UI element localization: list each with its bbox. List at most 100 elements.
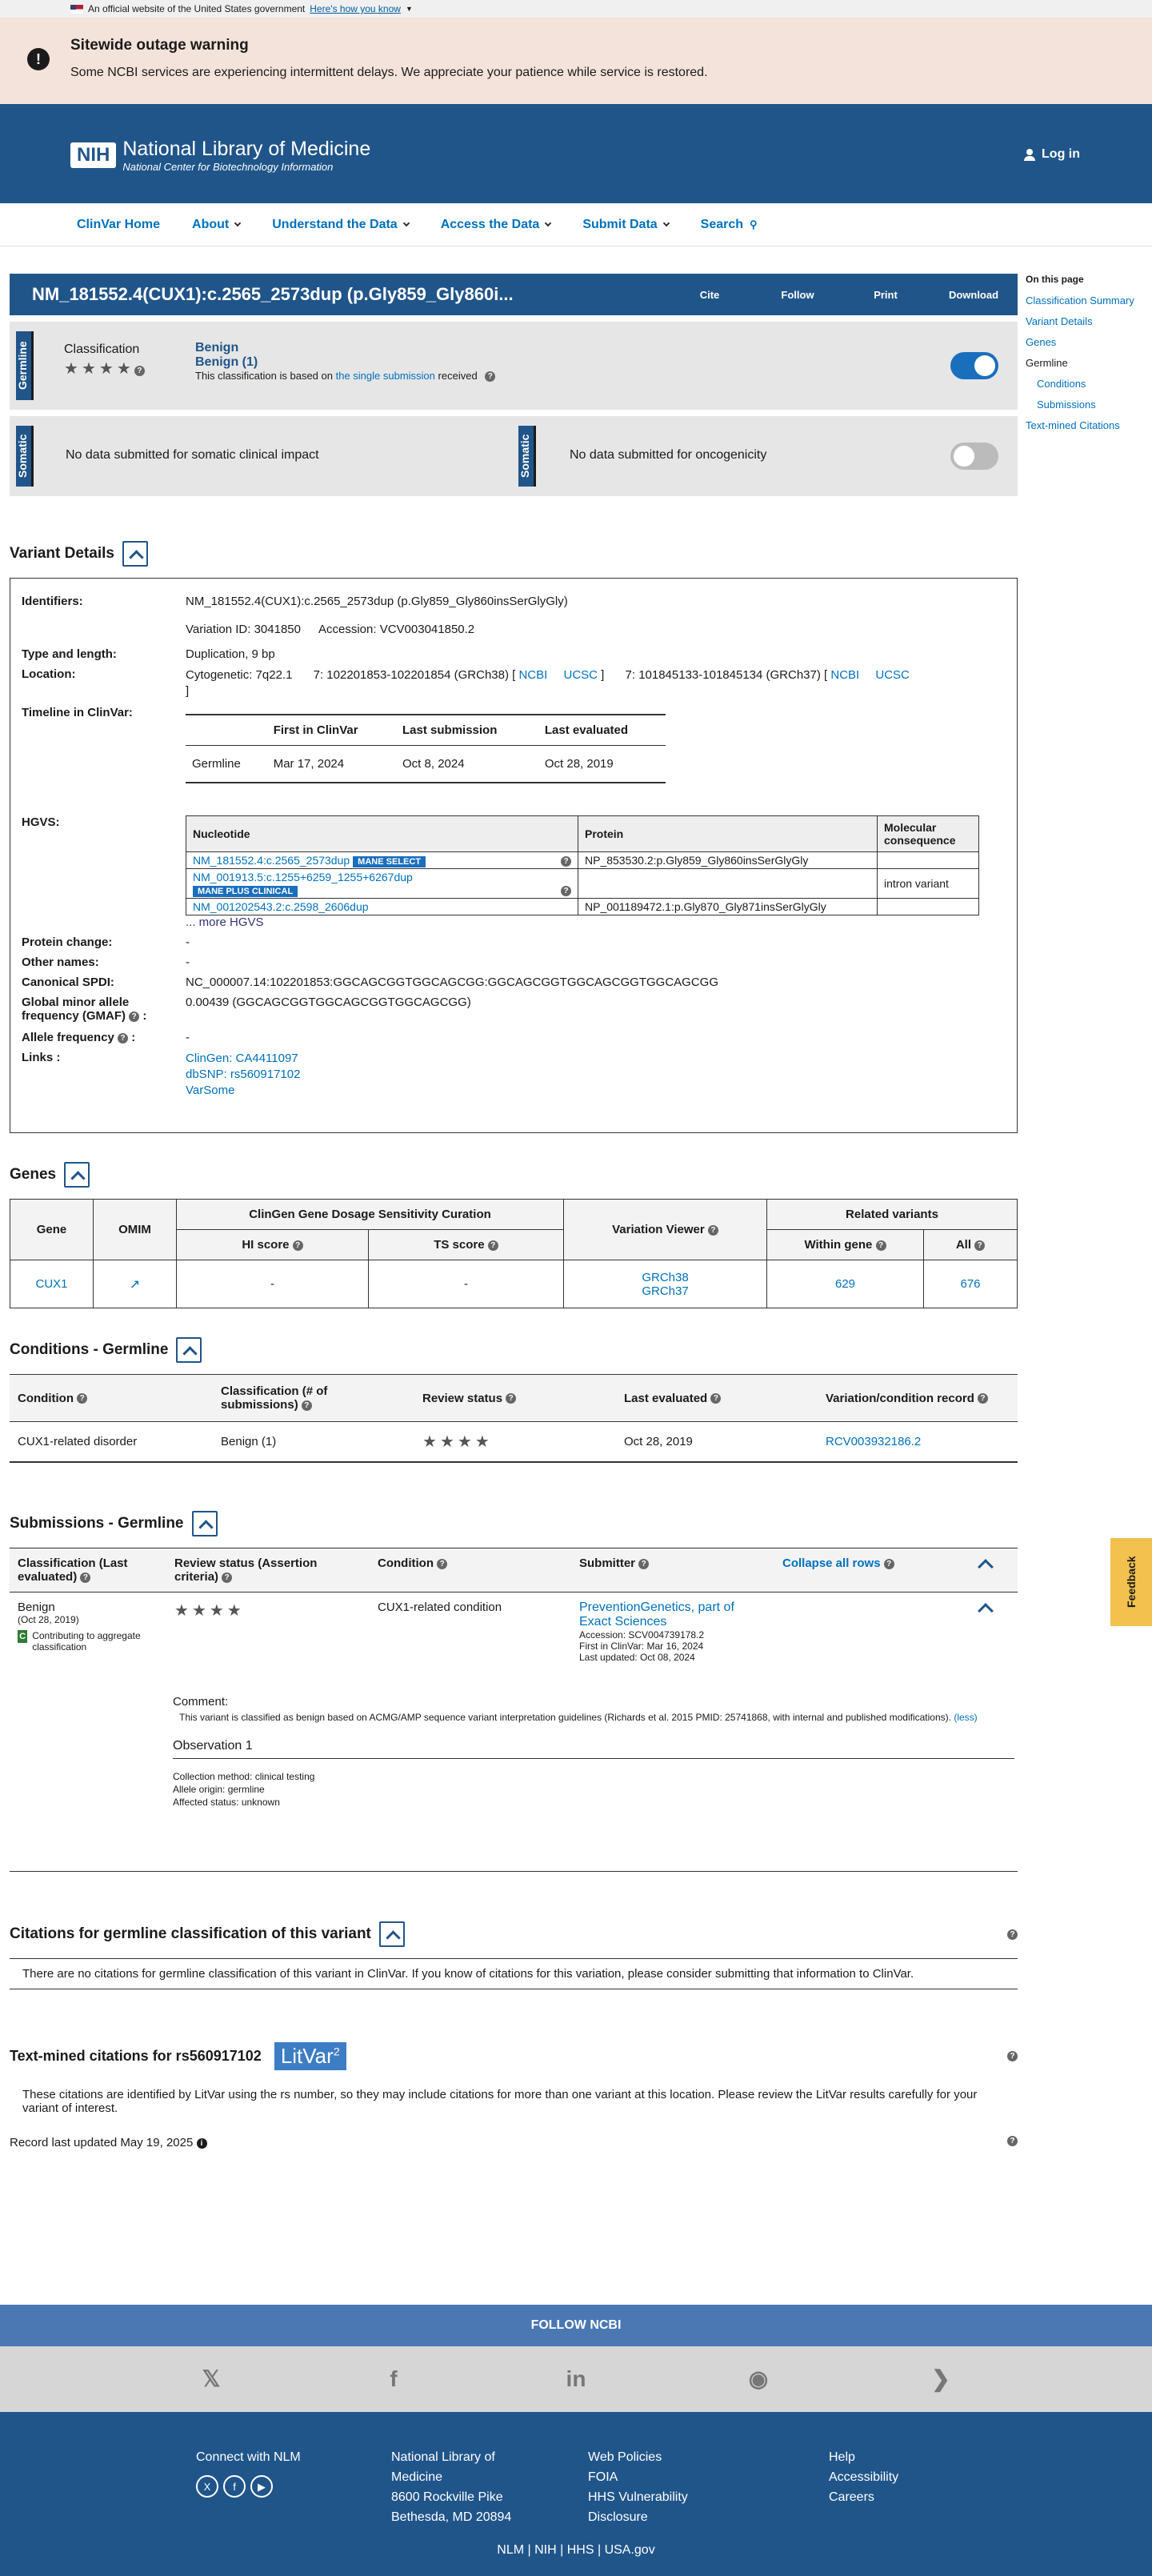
disclosure-link[interactable]: Disclosure	[588, 2507, 688, 2527]
clingen-link[interactable]: ClinGen: CA4411097	[186, 1052, 298, 1065]
github-icon[interactable]: ◉	[667, 2346, 850, 2412]
print-button[interactable]: Print	[842, 289, 930, 301]
accessibility-link[interactable]: Accessibility	[829, 2467, 898, 2487]
cite-button[interactable]: Cite	[666, 289, 754, 301]
side-conditions[interactable]: Conditions	[1037, 378, 1086, 390]
section-title: Variant Details	[10, 545, 114, 562]
litvar-button[interactable]: LitVar2	[274, 2042, 346, 2070]
ncbi-link[interactable]: NCBI	[518, 668, 547, 682]
x-twitter-icon[interactable]: X	[196, 2475, 218, 2498]
help-link[interactable]: Help	[829, 2447, 898, 2467]
classification-count-link[interactable]: Benign (1)	[195, 355, 495, 370]
external-link-icon[interactable]: ↗	[130, 1278, 140, 1292]
side-genes[interactable]: Genes	[1026, 336, 1056, 348]
help-icon[interactable]: ?	[883, 1558, 894, 1569]
help-icon[interactable]: ?	[707, 1224, 718, 1236]
gene-link[interactable]: CUX1	[35, 1277, 67, 1291]
collapse-button[interactable]	[378, 1921, 405, 1947]
grch38-viewer-link[interactable]: GRCh38	[642, 1271, 688, 1284]
ncbi-link[interactable]: NCBI	[830, 668, 859, 682]
side-classification-summary[interactable]: Classification Summary	[1026, 294, 1134, 306]
comment-text: This variant is classified as benign bas…	[179, 1712, 951, 1723]
heres-how-link[interactable]: Here's how you know	[310, 3, 401, 14]
collapse-button[interactable]	[176, 1337, 202, 1363]
nucleotide-link[interactable]: NM_001913.5:c.1255+6259_1255+6267dup	[193, 871, 413, 883]
submitter-link[interactable]: PreventionGenetics, part of Exact Scienc…	[579, 1600, 734, 1629]
help-icon[interactable]: ?	[1007, 1929, 1018, 1940]
help-icon[interactable]: ?	[437, 1558, 448, 1569]
nav-submit[interactable]: Submit Data	[582, 218, 670, 232]
usagov-link[interactable]: USA.gov	[605, 2543, 655, 2557]
less-link[interactable]: (less)	[954, 1712, 977, 1723]
nih-link[interactable]: NIH	[534, 2543, 557, 2557]
dbsnp-link[interactable]: dbSNP: rs560917102	[186, 1068, 300, 1081]
within-gene-link[interactable]: 629	[835, 1277, 855, 1291]
web-policies-link[interactable]: Web Policies	[588, 2447, 688, 2467]
help-icon[interactable]: ?	[974, 1240, 986, 1251]
help-icon[interactable]: ?	[118, 1032, 129, 1044]
rss-icon[interactable]: ❯	[850, 2346, 1032, 2412]
nlm-logo[interactable]: NIH National Library of Medicine National…	[70, 138, 370, 173]
help-icon[interactable]: ?	[487, 1240, 498, 1251]
info-icon[interactable]: i	[196, 2137, 207, 2149]
collapse-all-rows-link[interactable]: Collapse all rows	[782, 1556, 881, 1570]
nav-about[interactable]: About	[192, 218, 242, 232]
follow-button[interactable]: Follow	[754, 289, 842, 301]
x-twitter-icon[interactable]: 𝕏	[120, 2346, 302, 2412]
feedback-button[interactable]: Feedback	[1110, 1538, 1152, 1626]
help-icon[interactable]: ?	[134, 365, 145, 376]
side-text-mined[interactable]: Text-mined Citations	[1026, 419, 1120, 431]
nucleotide-link[interactable]: NM_001202543.2:c.2598_2606dup	[193, 900, 369, 913]
help-icon[interactable]: ?	[129, 1011, 140, 1022]
germline-toggle[interactable]	[950, 352, 998, 379]
help-icon[interactable]: ?	[80, 1572, 91, 1583]
facebook-icon[interactable]: f	[223, 2475, 246, 2498]
chevron-up-icon[interactable]	[978, 1559, 994, 1575]
linkedin-icon[interactable]: in	[485, 2346, 667, 2412]
side-submissions[interactable]: Submissions	[1037, 399, 1096, 411]
help-icon[interactable]: ?	[638, 1558, 650, 1569]
help-icon[interactable]: ?	[222, 1572, 233, 1583]
help-icon[interactable]: ?	[1007, 2136, 1018, 2146]
nav-search[interactable]: Search ⚲	[701, 218, 758, 232]
varsome-link[interactable]: VarSome	[186, 1084, 234, 1097]
help-icon[interactable]: ?	[561, 886, 571, 896]
youtube-icon[interactable]: ▶	[250, 2475, 273, 2498]
foia-link[interactable]: FOIA	[588, 2467, 688, 2487]
more-hgvs-link[interactable]: ... more HGVS	[186, 915, 264, 929]
chevron-up-icon[interactable]	[978, 1603, 994, 1619]
help-icon[interactable]: ?	[875, 1240, 886, 1251]
hhs-link[interactable]: HHS	[567, 2543, 594, 2557]
side-variant-details[interactable]: Variant Details	[1026, 315, 1093, 327]
nav-access[interactable]: Access the Data	[441, 218, 552, 232]
nav-understand[interactable]: Understand the Data	[272, 218, 410, 232]
help-icon[interactable]: ?	[710, 1393, 722, 1404]
careers-link[interactable]: Careers	[829, 2487, 898, 2507]
help-icon[interactable]: ?	[485, 371, 496, 383]
collapse-button[interactable]	[64, 1162, 90, 1188]
somatic-toggle[interactable]	[950, 443, 998, 470]
help-icon[interactable]: ?	[77, 1393, 88, 1404]
hhs-vulnerability-link[interactable]: HHS Vulnerability	[588, 2487, 688, 2507]
nav-clinvar-home[interactable]: ClinVar Home	[77, 218, 160, 232]
download-button[interactable]: Download	[930, 289, 1018, 301]
collapse-button[interactable]	[122, 541, 148, 567]
nucleotide-link[interactable]: NM_181552.4:c.2565_2573dup	[193, 854, 350, 867]
ucsc-link[interactable]: UCSC	[563, 668, 598, 682]
record-updated-text: Record last updated May 19, 2025	[10, 2136, 194, 2149]
login-button[interactable]: Log in	[1024, 147, 1080, 162]
facebook-icon[interactable]: f	[302, 2346, 485, 2412]
nlm-link[interactable]: NLM	[497, 2543, 524, 2557]
help-icon[interactable]: ?	[301, 1400, 312, 1411]
help-icon[interactable]: ?	[506, 1393, 517, 1404]
help-icon[interactable]: ?	[978, 1393, 989, 1404]
rcv-link[interactable]: RCV003932186.2	[826, 1435, 921, 1448]
help-icon[interactable]: ?	[292, 1240, 303, 1251]
help-icon[interactable]: ?	[1007, 2051, 1018, 2061]
help-icon[interactable]: ?	[561, 856, 571, 867]
single-submission-link[interactable]: the single submission	[336, 370, 435, 382]
collapse-button[interactable]	[191, 1511, 218, 1536]
grch37-viewer-link[interactable]: GRCh37	[642, 1284, 688, 1298]
ucsc-link[interactable]: UCSC	[875, 668, 910, 682]
all-variants-link[interactable]: 676	[960, 1277, 980, 1291]
